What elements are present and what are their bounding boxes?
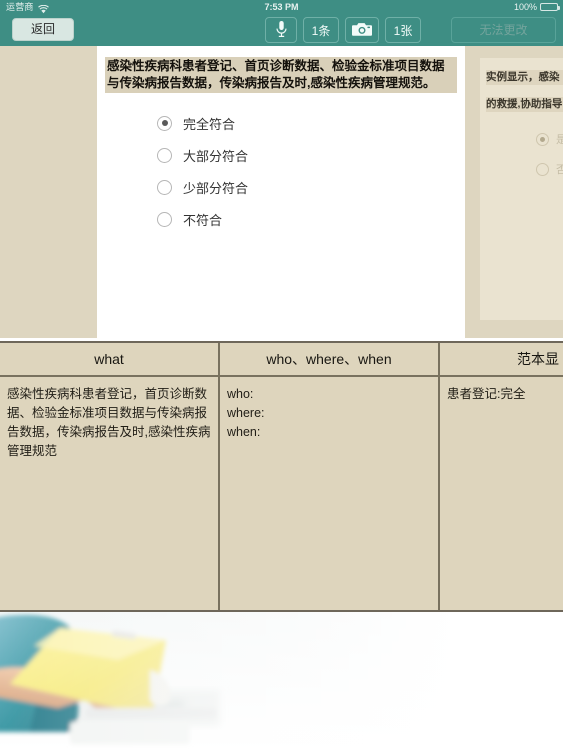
adjacent-question-panel[interactable]: 实例显示，感染 的救援,协助指导 是 否 — [480, 58, 563, 320]
radio-icon[interactable] — [157, 179, 172, 195]
table-header-who-where-when: who、where、when — [220, 343, 440, 377]
back-button[interactable]: 返回 — [12, 18, 74, 41]
radio-icon[interactable] — [157, 211, 172, 227]
adjacent-question-options: 是 否 — [536, 124, 563, 184]
audio-count-button[interactable]: 1条 — [303, 17, 339, 43]
question-card: 感染性疾病科患者登记、首页诊断数据、检验金标准项目数据与传染病报告数据，传染病报… — [97, 46, 465, 338]
question-options: 完全符合 大部分符合 少部分符合 不符合 — [157, 107, 465, 235]
toolbar-actions: 1条 1张 — [265, 17, 421, 43]
option-row-0[interactable]: 完全符合 — [157, 107, 465, 139]
radio-icon[interactable] — [157, 147, 172, 163]
adjacent-question-title-line1: 实例显示，感染 — [486, 70, 563, 85]
table-cell-who-where-when: who: where: when: — [220, 377, 440, 610]
adjacent-option-label: 否 — [556, 164, 563, 176]
camera-icon — [352, 21, 372, 40]
adjacent-option-0[interactable]: 是 — [536, 124, 563, 154]
table-row: 感染性疾病科患者登记，首页诊断数据、检验金标准项目数据与传染病报告数据，传染病报… — [0, 377, 563, 610]
nurse-holding-yellow-folder-photo — [0, 612, 563, 750]
battery-icon — [540, 3, 560, 11]
photo-count-button[interactable]: 1张 — [385, 17, 421, 43]
question-title: 感染性疾病科患者登记、首页诊断数据、检验金标准项目数据与传染病报告数据，传染病报… — [105, 57, 457, 93]
adjacent-question-title-line2: 的救援,协助指导 — [486, 97, 563, 112]
option-label-2: 少部分符合 — [183, 180, 249, 196]
who-line: who: — [227, 387, 254, 401]
when-line: when: — [227, 425, 261, 439]
option-row-3[interactable]: 不符合 — [157, 203, 465, 235]
navbar: 返回 1条 1张 无法更改 — [0, 14, 563, 46]
table-cell-what: 感染性疾病科患者登记，首页诊断数据、检验金标准项目数据与传染病报告数据，传染病报… — [0, 377, 220, 610]
option-row-1[interactable]: 大部分符合 — [157, 139, 465, 171]
app-root: 运营商 7:53 PM 100% 返回 1条 1张 无法更改 实例显示，感染 的… — [0, 0, 563, 750]
status-bar: 运营商 7:53 PM 100% — [0, 0, 563, 14]
radio-icon[interactable] — [536, 162, 549, 176]
option-label-0: 完全符合 — [183, 116, 236, 132]
table-header-sample: 范本显 — [440, 343, 563, 377]
table-cell-sample: 患者登记:完全 — [447, 387, 526, 401]
microphone-icon — [275, 20, 288, 41]
camera-button[interactable] — [345, 17, 379, 43]
option-row-2[interactable]: 少部分符合 — [157, 171, 465, 203]
cannot-change-button: 无法更改 — [451, 17, 556, 43]
adjacent-option-1[interactable]: 否 — [536, 154, 563, 184]
table-header-row: what who、where、when 范本显 — [0, 343, 563, 377]
detail-table: what who、where、when 范本显 感染性疾病科患者登记，首页诊断数… — [0, 341, 563, 612]
table-header-what: what — [0, 343, 220, 377]
radio-icon[interactable] — [157, 115, 172, 131]
option-label-3: 不符合 — [183, 212, 223, 228]
adjacent-option-label: 是 — [556, 134, 563, 146]
where-line: where: — [227, 406, 265, 420]
status-bar-time: 7:53 PM — [264, 2, 299, 12]
radio-icon[interactable] — [536, 132, 549, 146]
option-label-1: 大部分符合 — [183, 148, 249, 164]
microphone-button[interactable] — [265, 17, 297, 43]
status-bar-right: 100% — [513, 0, 560, 14]
battery-percent-label: 100% — [513, 2, 537, 12]
